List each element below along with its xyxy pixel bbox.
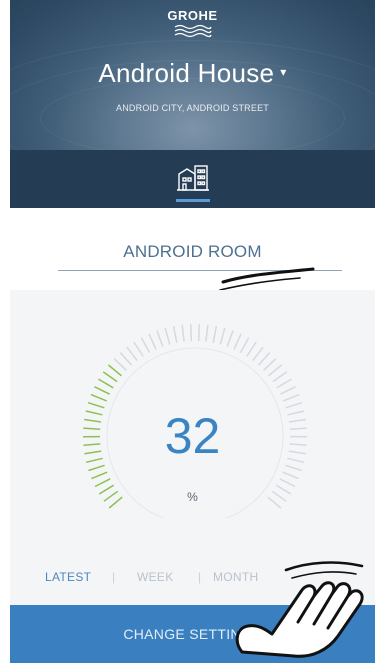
- home-selector[interactable]: Android House ▾: [10, 58, 375, 89]
- water-ripple: [40, 78, 345, 158]
- gauge-tick: [156, 330, 164, 347]
- gauge-tick: [276, 378, 292, 389]
- gauge-tick: [172, 325, 178, 343]
- gauge-tick: [181, 324, 185, 342]
- gauge-tick: [239, 337, 250, 353]
- gauge-tick: [233, 333, 242, 350]
- gauge-tick: [282, 471, 299, 480]
- gauge-tick: [205, 324, 209, 342]
- gauge-tick: [140, 337, 151, 353]
- gauge-tick: [164, 327, 171, 345]
- period-week[interactable]: WEEK: [137, 570, 174, 584]
- gauge-tick-active: [102, 371, 118, 383]
- active-tab-indicator: [175, 199, 210, 202]
- gauge-tick: [279, 386, 296, 395]
- gauge-tick: [133, 341, 144, 357]
- tap-hand-icon: [235, 561, 364, 658]
- period-separator: |: [198, 570, 202, 584]
- logo-text: GROHE: [167, 8, 218, 23]
- gauge-tick: [283, 393, 300, 402]
- gauge-tick-active: [94, 386, 111, 395]
- gauge-tick-active: [107, 364, 122, 377]
- gauge-value: 32: [164, 408, 221, 464]
- chevron-down-icon: ▾: [280, 65, 287, 80]
- gauge-tick-active: [88, 464, 105, 472]
- gauge-tick: [126, 346, 138, 362]
- gauge-tick: [263, 358, 277, 371]
- gauge-tick: [226, 330, 234, 347]
- gauge-unit: %: [187, 490, 198, 504]
- gauge-tick-active: [91, 471, 108, 480]
- gauge-tick-active: [90, 393, 107, 402]
- gauge-tick: [268, 364, 283, 377]
- tab-building[interactable]: [170, 162, 216, 202]
- building-icon: [176, 165, 209, 191]
- period-separator: |: [112, 570, 116, 584]
- gauge-tick: [279, 478, 296, 488]
- gauge-tick: [119, 352, 133, 366]
- gauge-tick: [113, 358, 127, 371]
- gauge-tick: [272, 371, 288, 383]
- gauge-tick: [197, 324, 201, 342]
- gauge-tick: [252, 346, 264, 362]
- gauge-tick: [148, 333, 157, 350]
- gauge-tick: [189, 324, 193, 342]
- gauge-tick: [212, 325, 218, 343]
- room-name[interactable]: ANDROID ROOM: [10, 242, 375, 262]
- logo-waves-icon: [174, 24, 212, 38]
- gauge-tick: [257, 352, 271, 366]
- gauge-tick-active: [98, 378, 114, 389]
- header-tab-bar: [10, 150, 375, 208]
- grohe-logo: GROHE: [10, 8, 375, 38]
- gauge-tick: [285, 464, 302, 472]
- room-selector: ANDROID ROOM: [10, 208, 375, 291]
- gauge-tick: [219, 327, 226, 345]
- gauge-tick: [246, 341, 257, 357]
- period-latest[interactable]: LATEST: [45, 570, 91, 584]
- home-address: ANDROID CITY, ANDROID STREET: [116, 103, 269, 113]
- gauge-tick-active: [94, 478, 111, 488]
- home-header: GROHE Android House ▾ ANDROID CITY, ANDRO…: [10, 0, 375, 208]
- home-title: Android House: [98, 58, 275, 88]
